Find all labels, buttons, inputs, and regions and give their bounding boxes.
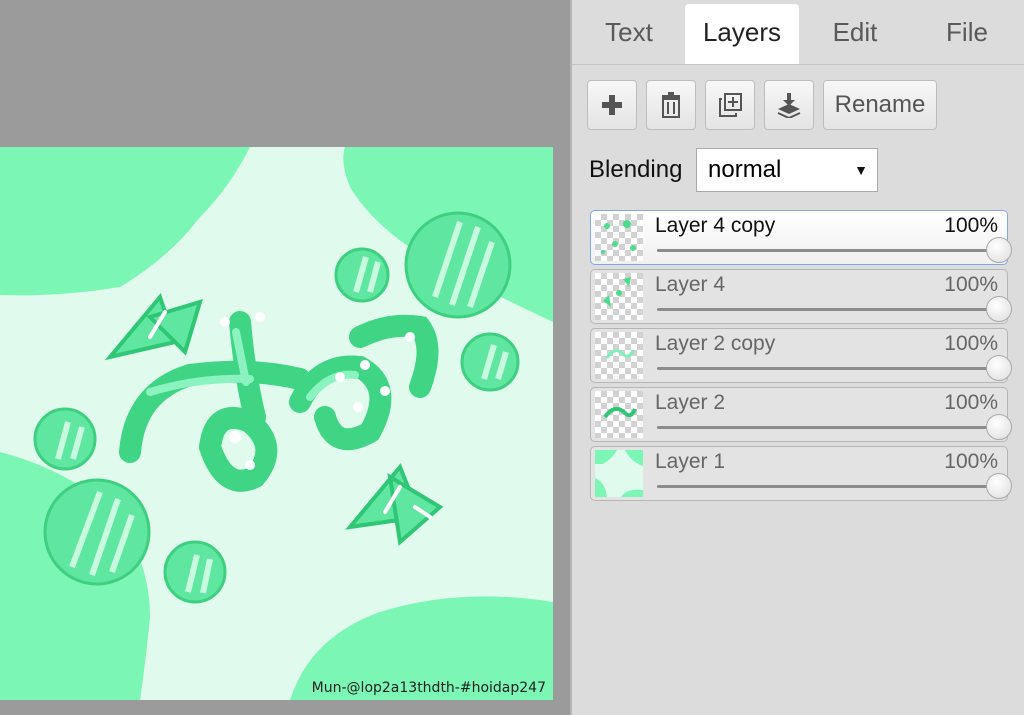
blending-label: Blending	[589, 156, 683, 183]
opacity-slider-fill	[657, 249, 999, 252]
layer-opacity: 100%	[944, 332, 998, 355]
rename-layer-button[interactable]: Rename	[823, 80, 937, 130]
layer-name: Layer 4 copy	[655, 214, 776, 237]
opacity-slider[interactable]	[657, 473, 1012, 499]
blending-select[interactable]: normal ▼	[696, 148, 878, 192]
layer-item[interactable]: Layer 4 100%	[590, 269, 1012, 324]
layer-item[interactable]: Layer 4 copy 100%	[590, 210, 1012, 265]
plus-icon	[602, 95, 622, 115]
layer-opacity: 100%	[944, 450, 998, 473]
opacity-slider[interactable]	[657, 355, 1012, 381]
opacity-slider-fill	[657, 367, 999, 370]
tab-edit[interactable]: Edit	[810, 4, 900, 63]
layer-thumbnail	[595, 273, 643, 320]
dropdown-arrow-icon: ▼	[854, 162, 868, 178]
layer-thumbnail	[595, 391, 643, 438]
merge-down-icon	[777, 93, 801, 118]
layer-item[interactable]: Layer 2 copy 100%	[590, 328, 1012, 383]
add-layer-button[interactable]	[587, 80, 637, 130]
opacity-slider[interactable]	[657, 237, 1012, 263]
tab-text[interactable]: Text	[584, 4, 674, 63]
layers-panel: Text Layers Edit File Rename Blending no…	[570, 0, 1024, 715]
workspace: Mun-@lop2a13thdth-#hoidap247	[0, 0, 570, 715]
opacity-slider-handle[interactable]	[986, 237, 1012, 263]
layer-opacity: 100%	[944, 214, 998, 237]
canvas-artwork	[0, 147, 553, 700]
opacity-slider-handle[interactable]	[986, 296, 1012, 322]
opacity-slider-fill	[657, 308, 999, 311]
layer-name: Layer 2	[655, 391, 726, 414]
panel-tabs: Text Layers Edit File	[572, 0, 1024, 65]
opacity-slider[interactable]	[657, 414, 1012, 440]
layer-name: Layer 4	[655, 273, 726, 296]
layer-thumbnail	[595, 450, 643, 497]
duplicate-icon	[719, 93, 742, 117]
artist-signature: Mun-@lop2a13thdth-#hoidap247	[311, 680, 546, 696]
opacity-slider-handle[interactable]	[986, 355, 1012, 381]
layer-thumbnail	[595, 332, 643, 379]
tab-file[interactable]: File	[922, 4, 1012, 63]
opacity-slider-handle[interactable]	[986, 473, 1012, 499]
opacity-slider-fill	[657, 426, 999, 429]
layer-item[interactable]: Layer 2 100%	[590, 387, 1012, 442]
layer-opacity: 100%	[944, 391, 998, 414]
opacity-slider-handle[interactable]	[986, 414, 1012, 440]
layer-name: Layer 2 copy	[655, 332, 776, 355]
drawing-canvas[interactable]: Mun-@lop2a13thdth-#hoidap247	[0, 147, 553, 700]
duplicate-layer-button[interactable]	[705, 80, 755, 130]
opacity-slider[interactable]	[657, 296, 1012, 322]
layer-thumbnail	[595, 214, 643, 261]
delete-layer-button[interactable]	[646, 80, 696, 130]
trash-icon	[662, 92, 680, 118]
opacity-slider-fill	[657, 485, 999, 488]
layer-name: Layer 1	[655, 450, 726, 473]
blending-value: normal	[708, 156, 782, 183]
layer-list: Layer 4 copy 100% Layer 4 100% Layer 2 c…	[590, 210, 1012, 505]
layer-opacity: 100%	[944, 273, 998, 296]
merge-down-button[interactable]	[764, 80, 814, 130]
layer-item[interactable]: Layer 1 100%	[590, 446, 1012, 501]
tab-layers[interactable]: Layers	[685, 4, 799, 64]
